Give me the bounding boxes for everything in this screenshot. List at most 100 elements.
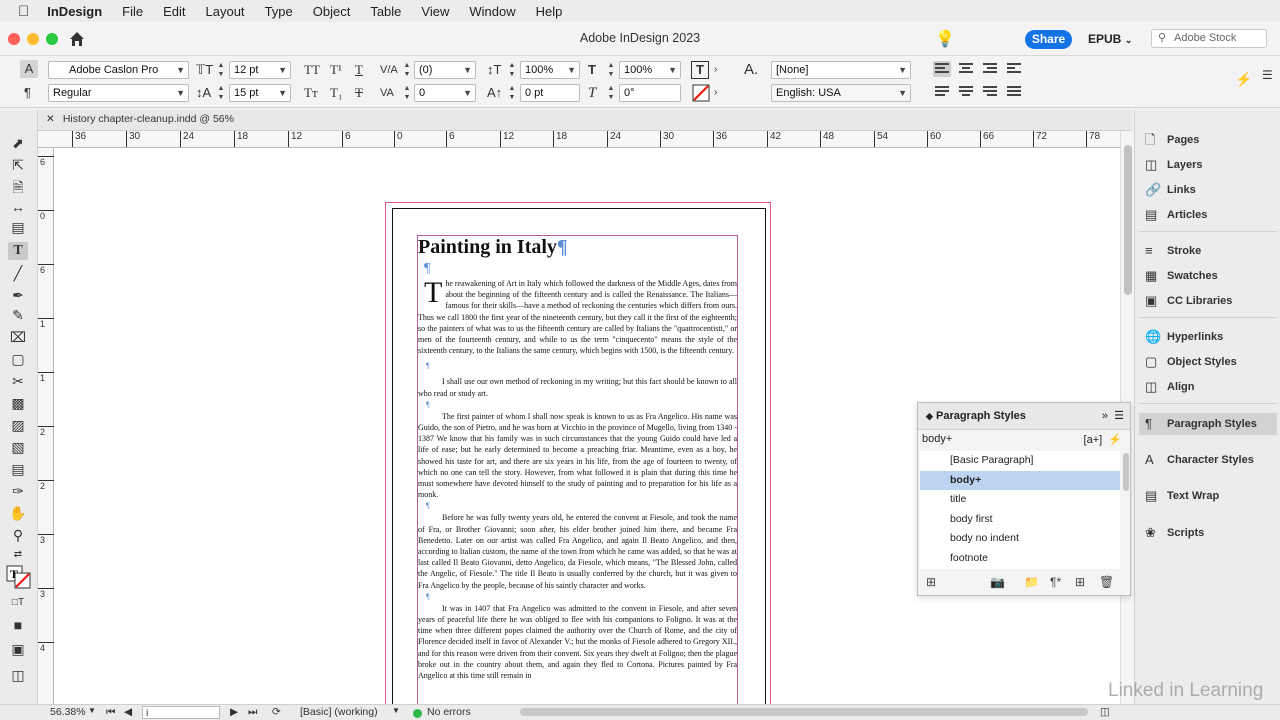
- dock-item-character-styles[interactable]: A Character Styles: [1139, 449, 1277, 471]
- screen-mode-icon[interactable]: ▣: [8, 640, 28, 658]
- dock-item-pages[interactable]: 🗋 Pages: [1139, 129, 1277, 151]
- menu-edit[interactable]: Edit: [163, 4, 185, 19]
- new-style-icon[interactable]: ⊞: [1075, 575, 1085, 589]
- dock-item-text-wrap[interactable]: ▤ Text Wrap: [1139, 485, 1277, 507]
- list-item[interactable]: body first: [920, 510, 1120, 530]
- content-collector-icon[interactable]: ▤: [8, 218, 28, 236]
- dock-item-object-styles[interactable]: ▢ Object Styles: [1139, 351, 1277, 373]
- vertical-scale-stepper[interactable]: ▲ ▼: [507, 61, 517, 79]
- scrollbar-thumb[interactable]: [1123, 453, 1129, 491]
- justify-all-button[interactable]: [1005, 84, 1023, 100]
- dock-item-swatches[interactable]: ▦ Swatches: [1139, 265, 1277, 287]
- direct-selection-tool-icon[interactable]: ⇱: [8, 156, 28, 174]
- preflight-status[interactable]: No errors: [427, 706, 471, 718]
- menu-file[interactable]: File: [122, 4, 143, 19]
- list-item[interactable]: title: [920, 490, 1120, 510]
- strikethrough-button[interactable]: T: [355, 84, 363, 102]
- small-caps-button[interactable]: Tт: [304, 84, 318, 102]
- align-towards-spine-button[interactable]: [1005, 61, 1023, 77]
- new-style-from-selection-icon[interactable]: [a+]: [1084, 434, 1103, 446]
- dock-item-stroke[interactable]: ≡ Stroke: [1139, 240, 1277, 262]
- workspace-switcher[interactable]: EPUB ⌄: [1088, 32, 1132, 46]
- horizontal-ruler[interactable]: 36 30 24 18 12 6 0 6 12 18 24 30 36 42 4…: [38, 131, 1120, 148]
- dock-item-articles[interactable]: ▤ Articles: [1139, 204, 1277, 226]
- apple-icon[interactable]: : [18, 3, 29, 20]
- menu-layout[interactable]: Layout: [206, 4, 245, 19]
- adobe-stock-search[interactable]: ⚲ Adobe Stock: [1151, 29, 1267, 48]
- font-size-field[interactable]: 12 pt ▼: [229, 61, 291, 79]
- sync-icon[interactable]: ⟳: [272, 706, 281, 718]
- list-item-selected[interactable]: body+: [920, 470, 1120, 490]
- expand-icon[interactable]: »: [1102, 410, 1108, 422]
- justify-left-button[interactable]: [933, 84, 951, 100]
- menu-object[interactable]: Object: [313, 4, 351, 19]
- character-formatting-icon[interactable]: A: [20, 60, 38, 78]
- justify-right-button[interactable]: [981, 84, 999, 100]
- lightbulb-icon[interactable]: 💡: [935, 29, 955, 49]
- zoom-tool-icon[interactable]: ⚲: [8, 526, 28, 544]
- rectangle-tool-icon[interactable]: ▢: [8, 350, 28, 368]
- character-style-field[interactable]: [None] ▼: [771, 61, 911, 79]
- zoom-level[interactable]: 56.38%: [50, 706, 86, 718]
- clear-overrides-icon[interactable]: ¶*: [1050, 575, 1061, 589]
- paragraph-styles-list[interactable]: [Basic Paragraph] body+ title body first…: [920, 451, 1120, 569]
- font-style-field[interactable]: Regular ▼: [48, 84, 189, 102]
- formatting-affects-text-icon[interactable]: □T: [8, 594, 28, 612]
- chevron-down-icon[interactable]: ▼: [392, 706, 400, 715]
- horizontal-scale-stepper[interactable]: ▲ ▼: [606, 61, 616, 79]
- text-fill-icon[interactable]: T: [691, 61, 709, 79]
- menu-app-name[interactable]: InDesign: [47, 4, 102, 19]
- load-styles-icon[interactable]: ⊞: [926, 575, 936, 589]
- horizontal-scale-field[interactable]: 100% ▼: [619, 61, 681, 79]
- document-tab[interactable]: ✕ History chapter-cleanup.indd @ 56%: [46, 113, 234, 129]
- dock-item-layers[interactable]: ◫ Layers: [1139, 154, 1277, 176]
- pen-tool-icon[interactable]: ✒: [8, 286, 28, 304]
- panel-menu[interactable]: » ☰: [1102, 409, 1124, 422]
- dock-item-cc-libraries[interactable]: ▣ CC Libraries: [1139, 290, 1277, 312]
- share-button[interactable]: Share: [1025, 30, 1072, 49]
- skew-field[interactable]: 0°: [619, 84, 681, 102]
- dock-item-links[interactable]: 🔗 Links: [1139, 179, 1277, 201]
- previous-page-icon[interactable]: ◀: [124, 706, 132, 718]
- font-size-stepper[interactable]: ▲ ▼: [216, 61, 226, 79]
- underline-button[interactable]: T: [355, 61, 363, 79]
- kerning-stepper[interactable]: ▲ ▼: [402, 84, 412, 102]
- menu-table[interactable]: Table: [370, 4, 401, 19]
- scissors-tool-icon[interactable]: ✂: [8, 372, 28, 390]
- close-icon[interactable]: ✕: [46, 113, 55, 125]
- gradient-feather-tool-icon[interactable]: ▧: [8, 438, 28, 456]
- next-page-icon[interactable]: ▶: [230, 706, 238, 718]
- gap-tool-icon[interactable]: ↔: [8, 198, 28, 216]
- collapse-icon[interactable]: ◆: [926, 411, 933, 421]
- all-caps-button[interactable]: TT: [304, 61, 320, 79]
- selection-tool-icon[interactable]: ⬈: [8, 134, 28, 152]
- kerning-field[interactable]: 0 ▼: [414, 84, 476, 102]
- first-page-icon[interactable]: ⏮: [106, 706, 115, 719]
- type-tool-icon[interactable]: T: [8, 242, 28, 260]
- delete-style-icon[interactable]: 🗑: [1099, 575, 1114, 589]
- split-window-icon[interactable]: ◫: [1100, 706, 1110, 718]
- page-number-field[interactable]: i: [142, 706, 220, 719]
- last-page-icon[interactable]: ⏭: [248, 706, 257, 719]
- skew-stepper[interactable]: ▲ ▼: [606, 84, 616, 102]
- menu-type[interactable]: Type: [265, 4, 293, 19]
- preflight-profile[interactable]: [Basic] (working): [300, 706, 378, 718]
- pencil-tool-icon[interactable]: ✎: [8, 306, 28, 324]
- rectangle-frame-tool-icon[interactable]: ⌧: [8, 328, 28, 346]
- align-right-button[interactable]: [981, 61, 999, 77]
- dock-item-align[interactable]: ◫ Align: [1139, 376, 1277, 398]
- leading-field[interactable]: 15 pt ▼: [229, 84, 291, 102]
- dock-item-paragraph-styles[interactable]: ¶ Paragraph Styles: [1139, 413, 1277, 435]
- baseline-shift-stepper[interactable]: ▲ ▼: [507, 84, 517, 102]
- hand-tool-icon[interactable]: ✋: [8, 504, 28, 522]
- vertical-ruler[interactable]: 6 0 6 1 1 2 2 3 3 4: [38, 148, 54, 704]
- quick-apply-icon[interactable]: ⚡: [1108, 434, 1122, 446]
- text-stroke-icon[interactable]: [692, 84, 710, 102]
- align-left-button[interactable]: [933, 61, 951, 77]
- eyedropper-tool-icon[interactable]: ✑: [8, 482, 28, 500]
- style-group-icon[interactable]: 📷: [990, 575, 1005, 589]
- line-tool-icon[interactable]: ╱: [8, 264, 28, 282]
- font-family-field[interactable]: Adobe Caslon Pro ▼: [48, 61, 189, 79]
- new-folder-icon[interactable]: 📁: [1024, 575, 1039, 589]
- leading-stepper[interactable]: ▲ ▼: [216, 84, 226, 102]
